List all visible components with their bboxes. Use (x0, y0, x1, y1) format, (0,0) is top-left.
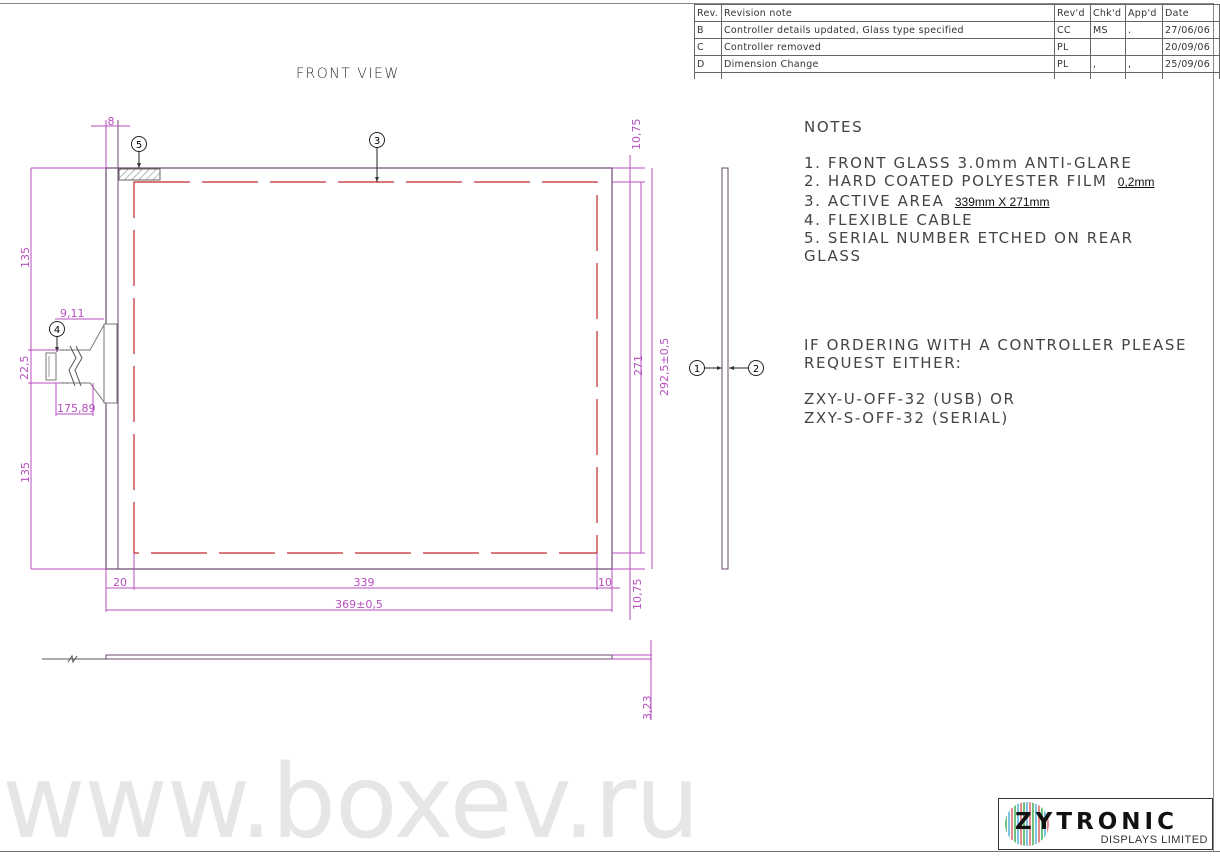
callout-1: 1 (689, 360, 722, 376)
dim-overall-width: 369±0,5 (335, 598, 383, 611)
dim-top-margin: 10,75 (630, 119, 643, 151)
svg-text:1: 1 (694, 364, 700, 375)
svg-text:5: 5 (136, 140, 142, 151)
active-area (133, 181, 598, 554)
svg-text:4: 4 (54, 325, 60, 336)
callout-3: 3 (369, 132, 385, 182)
dim-left-lower: 135 (19, 462, 32, 483)
dim-overall-height: 292,5±0,5 (658, 338, 671, 396)
dim-left-upper: 135 (19, 247, 32, 268)
frame-bottom-border (0, 851, 1220, 852)
logo-name: ZYTRONIC (1015, 809, 1178, 835)
callout-5: 5 (131, 136, 147, 168)
technical-drawing: 5 3 4 1 2 8 10,75 135 135 22,5 9,11 175,… (18, 115, 764, 720)
serial-number-area (118, 168, 161, 181)
side-view (721, 167, 729, 570)
svg-text:2: 2 (753, 364, 759, 375)
dim-cable-width: 22,5 (18, 356, 31, 381)
callout-4: 4 (49, 321, 65, 352)
svg-text:3: 3 (374, 136, 380, 147)
dim-bezel-left: 8 (108, 115, 115, 128)
callout-2: 2 (729, 360, 764, 376)
dim-bottom-margin: 10,75 (631, 579, 644, 611)
company-logo: ZYTRONIC DISPLAYS LIMITED (998, 798, 1213, 850)
dim-left-border: 20 (113, 576, 127, 589)
edge-view: 3,23 (42, 640, 654, 720)
glass-outline (105, 167, 613, 570)
dim-cable-offset: 9,11 (60, 307, 85, 320)
dim-active-width: 339 (354, 576, 375, 589)
dim-right-border: 10 (598, 576, 612, 589)
dim-active-height: 271 (632, 355, 645, 376)
watermark: www.boxev.ru (2, 743, 700, 862)
logo-subtitle: DISPLAYS LIMITED (1100, 834, 1208, 846)
dim-cable-length: 175,89 (57, 402, 96, 415)
dim-thickness: 3,23 (641, 696, 654, 721)
